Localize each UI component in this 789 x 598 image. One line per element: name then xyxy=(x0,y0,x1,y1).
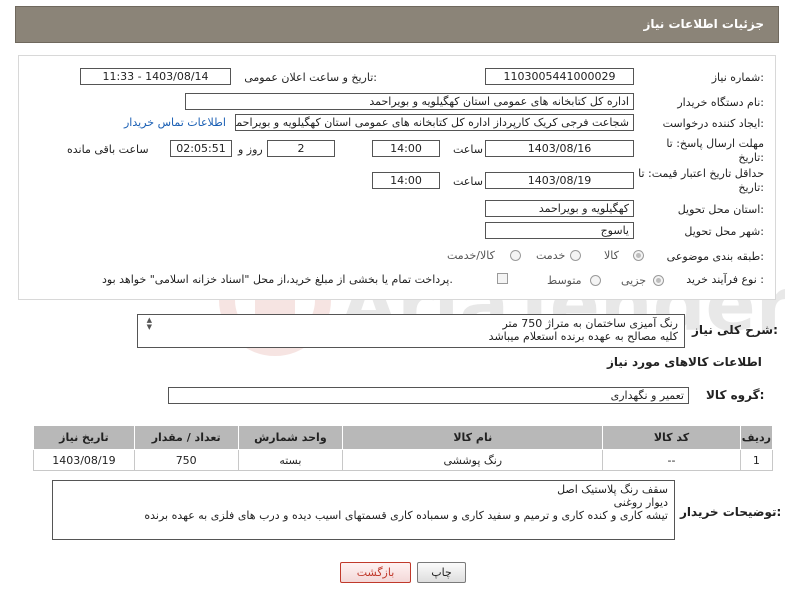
buyer-org-field: اداره کل کتابخانه های عمومی استان کهگیلو… xyxy=(185,93,634,110)
need-number-label: شماره نیاز: xyxy=(711,71,764,84)
reply-time-label: ساعت xyxy=(453,143,483,156)
price-validity-time-label: ساعت xyxy=(453,175,483,188)
table-row: 1403/08/19 750 بسته رنگ پوششی -- 1 xyxy=(33,449,774,471)
reply-date-field: 1403/08/16 xyxy=(485,140,634,157)
category-label: طبقه بندی موضوعی: xyxy=(666,250,764,263)
delivery-province-field: کهگیلویه و بویراحمد xyxy=(485,200,634,217)
delivery-city-label: شهر محل تحویل: xyxy=(684,225,764,238)
cell-goods-name: رنگ پوششی xyxy=(342,449,604,471)
remaining-time-label: ساعت باقی مانده xyxy=(67,143,149,156)
purchase-type-label: نوع فرآیند خرید : xyxy=(686,273,764,286)
days-label: روز و xyxy=(238,143,263,156)
print-button[interactable]: چاپ xyxy=(417,562,466,583)
price-validity-time-field: 14:00 xyxy=(372,172,440,189)
col-goods-name: نام کالا xyxy=(342,425,604,450)
goods-group-field: تعمیر و نگهداری xyxy=(168,387,689,404)
need-number-field: 1103005441000029 xyxy=(485,68,634,85)
cell-need-date: 1403/08/19 xyxy=(33,449,135,471)
treasury-payment-checkbox[interactable] xyxy=(497,273,508,284)
requester-field: شجاعت فرجی کریک کارپرداز اداره کل کتابخا… xyxy=(235,114,634,131)
textarea-scroll-icon[interactable]: ▲ ▼ xyxy=(142,317,152,331)
buyer-notes-textarea[interactable]: سقف رنگ پلاستیک اصل دیوار روغنی تیشه کار… xyxy=(52,480,675,540)
page-header: جزئیات اطلاعات نیاز xyxy=(15,6,779,43)
purchase-option-medium: متوسط xyxy=(547,274,582,287)
col-need-date: تاریخ نیاز xyxy=(33,425,135,450)
purchase-radio-medium[interactable] xyxy=(590,275,601,286)
delivery-province-label: استان محل تحویل: xyxy=(677,203,764,216)
col-unit: واحد شمارش xyxy=(237,425,344,450)
announce-datetime-label: تاریخ و ساعت اعلان عمومی: xyxy=(244,71,377,84)
purchase-radio-minor[interactable] xyxy=(653,275,664,286)
category-option-both: کالا/خدمت xyxy=(447,249,495,262)
goods-table: تاریخ نیاز تعداد / مقدار واحد شمارش نام … xyxy=(33,425,774,471)
category-radio-service[interactable] xyxy=(570,250,581,261)
buyer-notes-line-1: سقف رنگ پلاستیک اصل xyxy=(557,483,668,496)
treasury-payment-note: پرداخت تمام یا بخشی از مبلغ خرید،از محل … xyxy=(102,273,453,286)
reply-deadline-label: مهلت ارسال پاسخ: تا تاریخ: xyxy=(666,137,764,164)
buyer-notes-line-2: دیوار روغنی xyxy=(613,496,668,509)
announce-datetime-field: 1403/08/14 - 11:33 xyxy=(80,68,231,85)
goods-section-title: اطلاعات کالاهای مورد نیاز xyxy=(607,355,762,369)
requester-label: ایجاد کننده درخواست: xyxy=(662,117,764,130)
buyer-notes-label: توضیحات خریدار: xyxy=(680,505,782,519)
buyer-notes-line-3: تیشه کاری و کنده کاری و ترمیم و سفید کار… xyxy=(144,509,668,522)
price-validity-date-field: 1403/08/19 xyxy=(485,172,634,189)
remaining-days-field: 2 xyxy=(267,140,335,157)
need-description-label: شرح کلی نیاز: xyxy=(692,323,778,337)
back-button[interactable]: بازگشت xyxy=(340,562,411,583)
need-description-line-2: کلیه مصالح به عهده برنده استعلام میباشد xyxy=(488,330,678,343)
cell-unit: بسته xyxy=(237,449,344,471)
need-description-line-1: رنگ آمیزی ساختمان به متراژ 750 متر xyxy=(502,317,678,330)
category-radio-goods[interactable] xyxy=(633,250,644,261)
reply-time-field: 14:00 xyxy=(372,140,440,157)
category-radio-both[interactable] xyxy=(510,250,521,261)
price-validity-label: حداقل تاریخ اعتبار قیمت: تا تاریخ: xyxy=(638,167,764,194)
cell-goods-code: -- xyxy=(602,449,741,471)
delivery-city-field: یاسوج xyxy=(485,222,634,239)
need-description-textarea[interactable]: رنگ آمیزی ساختمان به متراژ 750 متر کلیه … xyxy=(137,314,685,348)
col-goods-code: کد کالا xyxy=(602,425,741,450)
buyer-contact-link[interactable]: اطلاعات تماس خریدار xyxy=(124,116,226,129)
category-option-goods: کالا xyxy=(604,249,619,262)
buyer-org-label: نام دستگاه خریدار: xyxy=(677,96,764,109)
table-header-row: تاریخ نیاز تعداد / مقدار واحد شمارش نام … xyxy=(33,425,774,450)
cell-quantity: 750 xyxy=(133,449,239,471)
purchase-option-minor: جزیی xyxy=(621,274,647,287)
category-option-service: خدمت xyxy=(536,249,566,262)
goods-group-label: گروه کالا: xyxy=(706,388,765,402)
col-row: ردیف xyxy=(739,425,774,450)
col-quantity: تعداد / مقدار xyxy=(133,425,239,450)
cell-row: 1 xyxy=(739,449,774,471)
page-title: جزئیات اطلاعات نیاز xyxy=(643,17,764,31)
remaining-time-field: 02:05:51 xyxy=(170,140,232,157)
